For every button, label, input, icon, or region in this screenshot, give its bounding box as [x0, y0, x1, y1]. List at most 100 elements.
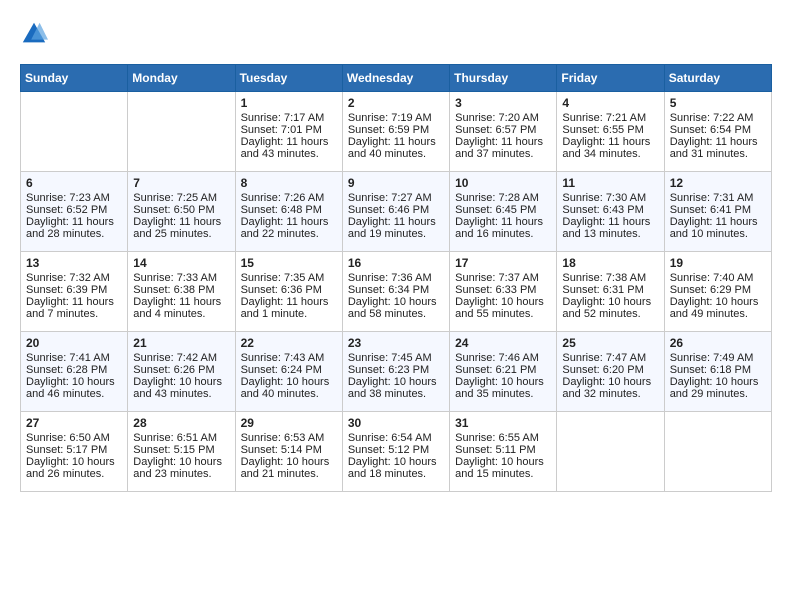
sunrise: Sunrise: 7:30 AM — [562, 192, 646, 204]
calendar-cell: 22 Sunrise: 7:43 AM Sunset: 6:24 PM Dayl… — [235, 332, 342, 412]
calendar-cell: 21 Sunrise: 7:42 AM Sunset: 6:26 PM Dayl… — [128, 332, 235, 412]
sunset: Sunset: 6:28 PM — [26, 364, 107, 376]
sunrise: Sunrise: 7:28 AM — [455, 192, 539, 204]
calendar-cell: 29 Sunrise: 6:53 AM Sunset: 5:14 PM Dayl… — [235, 412, 342, 492]
daylight: Daylight: 11 hours and 28 minutes. — [26, 216, 114, 240]
sunset: Sunset: 6:57 PM — [455, 124, 536, 136]
sunset: Sunset: 5:15 PM — [133, 444, 214, 456]
day-number: 2 — [348, 96, 444, 110]
sunrise: Sunrise: 7:43 AM — [241, 352, 325, 364]
calendar-cell: 5 Sunrise: 7:22 AM Sunset: 6:54 PM Dayli… — [664, 92, 771, 172]
day-number: 17 — [455, 256, 551, 270]
header-sunday: Sunday — [21, 65, 128, 92]
daylight: Daylight: 11 hours and 13 minutes. — [562, 216, 650, 240]
sunrise: Sunrise: 7:27 AM — [348, 192, 432, 204]
calendar-header-row: SundayMondayTuesdayWednesdayThursdayFrid… — [21, 65, 772, 92]
calendar-week-5: 27 Sunrise: 6:50 AM Sunset: 5:17 PM Dayl… — [21, 412, 772, 492]
sunrise: Sunrise: 7:37 AM — [455, 272, 539, 284]
daylight: Daylight: 11 hours and 22 minutes. — [241, 216, 329, 240]
calendar-cell: 17 Sunrise: 7:37 AM Sunset: 6:33 PM Dayl… — [450, 252, 557, 332]
sunrise: Sunrise: 7:31 AM — [670, 192, 754, 204]
sunset: Sunset: 6:29 PM — [670, 284, 751, 296]
sunrise: Sunrise: 7:49 AM — [670, 352, 754, 364]
sunrise: Sunrise: 7:41 AM — [26, 352, 110, 364]
sunrise: Sunrise: 7:47 AM — [562, 352, 646, 364]
header-tuesday: Tuesday — [235, 65, 342, 92]
sunset: Sunset: 6:31 PM — [562, 284, 643, 296]
day-number: 9 — [348, 176, 444, 190]
sunrise: Sunrise: 7:46 AM — [455, 352, 539, 364]
sunrise: Sunrise: 6:51 AM — [133, 432, 217, 444]
daylight: Daylight: 10 hours and 52 minutes. — [562, 296, 651, 320]
day-number: 1 — [241, 96, 337, 110]
day-number: 5 — [670, 96, 766, 110]
daylight: Daylight: 11 hours and 25 minutes. — [133, 216, 221, 240]
daylight: Daylight: 10 hours and 55 minutes. — [455, 296, 544, 320]
daylight: Daylight: 11 hours and 10 minutes. — [670, 216, 758, 240]
daylight: Daylight: 10 hours and 26 minutes. — [26, 456, 115, 480]
sunset: Sunset: 6:26 PM — [133, 364, 214, 376]
daylight: Daylight: 10 hours and 15 minutes. — [455, 456, 544, 480]
day-number: 26 — [670, 336, 766, 350]
daylight: Daylight: 11 hours and 16 minutes. — [455, 216, 543, 240]
sunset: Sunset: 6:18 PM — [670, 364, 751, 376]
day-number: 6 — [26, 176, 122, 190]
header-wednesday: Wednesday — [342, 65, 449, 92]
calendar-cell: 7 Sunrise: 7:25 AM Sunset: 6:50 PM Dayli… — [128, 172, 235, 252]
calendar-cell: 2 Sunrise: 7:19 AM Sunset: 6:59 PM Dayli… — [342, 92, 449, 172]
sunset: Sunset: 6:36 PM — [241, 284, 322, 296]
calendar-cell: 31 Sunrise: 6:55 AM Sunset: 5:11 PM Dayl… — [450, 412, 557, 492]
sunrise: Sunrise: 7:32 AM — [26, 272, 110, 284]
daylight: Daylight: 11 hours and 43 minutes. — [241, 136, 329, 160]
calendar-cell: 30 Sunrise: 6:54 AM Sunset: 5:12 PM Dayl… — [342, 412, 449, 492]
calendar-week-4: 20 Sunrise: 7:41 AM Sunset: 6:28 PM Dayl… — [21, 332, 772, 412]
logo-icon — [20, 20, 48, 48]
daylight: Daylight: 11 hours and 40 minutes. — [348, 136, 436, 160]
sunset: Sunset: 6:41 PM — [670, 204, 751, 216]
calendar-cell: 11 Sunrise: 7:30 AM Sunset: 6:43 PM Dayl… — [557, 172, 664, 252]
day-number: 23 — [348, 336, 444, 350]
day-number: 14 — [133, 256, 229, 270]
sunset: Sunset: 5:17 PM — [26, 444, 107, 456]
calendar-cell: 14 Sunrise: 7:33 AM Sunset: 6:38 PM Dayl… — [128, 252, 235, 332]
daylight: Daylight: 11 hours and 4 minutes. — [133, 296, 221, 320]
day-number: 27 — [26, 416, 122, 430]
day-number: 22 — [241, 336, 337, 350]
calendar-cell: 10 Sunrise: 7:28 AM Sunset: 6:45 PM Dayl… — [450, 172, 557, 252]
sunset: Sunset: 6:21 PM — [455, 364, 536, 376]
sunrise: Sunrise: 7:20 AM — [455, 112, 539, 124]
sunrise: Sunrise: 6:50 AM — [26, 432, 110, 444]
calendar-cell: 4 Sunrise: 7:21 AM Sunset: 6:55 PM Dayli… — [557, 92, 664, 172]
day-number: 15 — [241, 256, 337, 270]
sunrise: Sunrise: 7:17 AM — [241, 112, 325, 124]
day-number: 28 — [133, 416, 229, 430]
daylight: Daylight: 10 hours and 32 minutes. — [562, 376, 651, 400]
daylight: Daylight: 10 hours and 46 minutes. — [26, 376, 115, 400]
sunset: Sunset: 6:43 PM — [562, 204, 643, 216]
sunset: Sunset: 6:59 PM — [348, 124, 429, 136]
calendar-cell — [21, 92, 128, 172]
sunrise: Sunrise: 7:23 AM — [26, 192, 110, 204]
daylight: Daylight: 11 hours and 7 minutes. — [26, 296, 114, 320]
day-number: 18 — [562, 256, 658, 270]
sunset: Sunset: 6:55 PM — [562, 124, 643, 136]
sunset: Sunset: 6:54 PM — [670, 124, 751, 136]
daylight: Daylight: 10 hours and 40 minutes. — [241, 376, 330, 400]
day-number: 3 — [455, 96, 551, 110]
calendar-cell: 15 Sunrise: 7:35 AM Sunset: 6:36 PM Dayl… — [235, 252, 342, 332]
header-saturday: Saturday — [664, 65, 771, 92]
day-number: 10 — [455, 176, 551, 190]
calendar-cell — [128, 92, 235, 172]
sunset: Sunset: 6:33 PM — [455, 284, 536, 296]
sunset: Sunset: 6:45 PM — [455, 204, 536, 216]
calendar-cell: 16 Sunrise: 7:36 AM Sunset: 6:34 PM Dayl… — [342, 252, 449, 332]
calendar-cell: 18 Sunrise: 7:38 AM Sunset: 6:31 PM Dayl… — [557, 252, 664, 332]
sunset: Sunset: 6:34 PM — [348, 284, 429, 296]
sunset: Sunset: 6:39 PM — [26, 284, 107, 296]
daylight: Daylight: 11 hours and 19 minutes. — [348, 216, 436, 240]
calendar-cell: 20 Sunrise: 7:41 AM Sunset: 6:28 PM Dayl… — [21, 332, 128, 412]
sunrise: Sunrise: 6:55 AM — [455, 432, 539, 444]
sunrise: Sunrise: 7:25 AM — [133, 192, 217, 204]
calendar-cell: 1 Sunrise: 7:17 AM Sunset: 7:01 PM Dayli… — [235, 92, 342, 172]
day-number: 11 — [562, 176, 658, 190]
